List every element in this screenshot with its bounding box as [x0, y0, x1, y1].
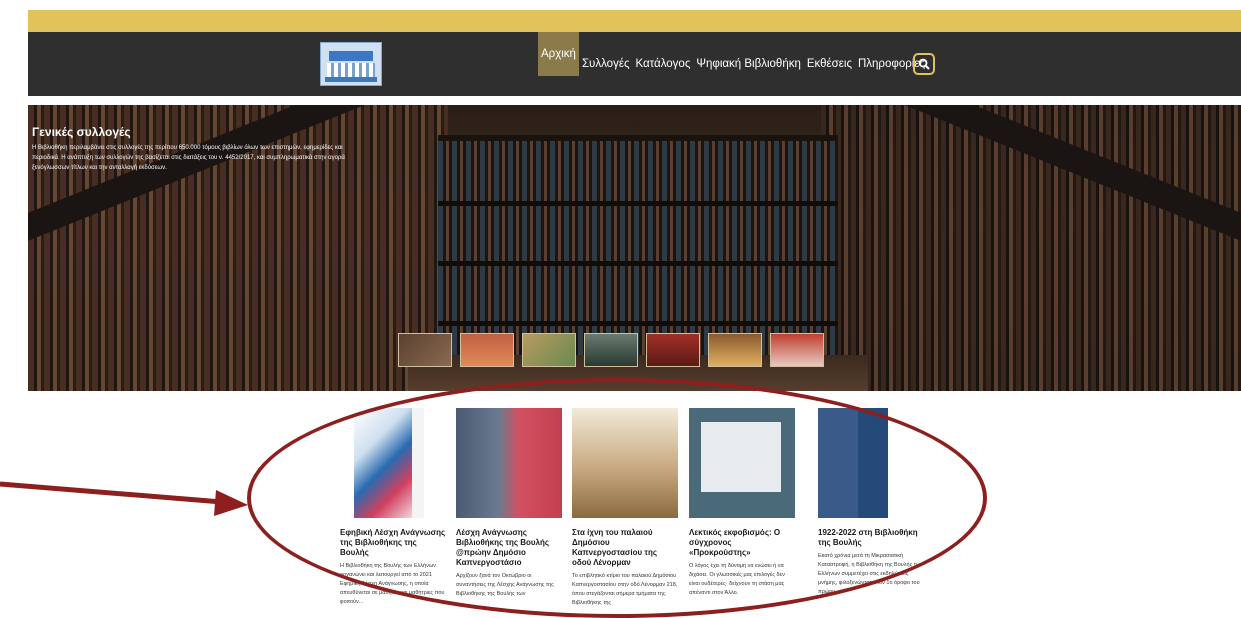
annotation-arrow — [0, 481, 248, 516]
